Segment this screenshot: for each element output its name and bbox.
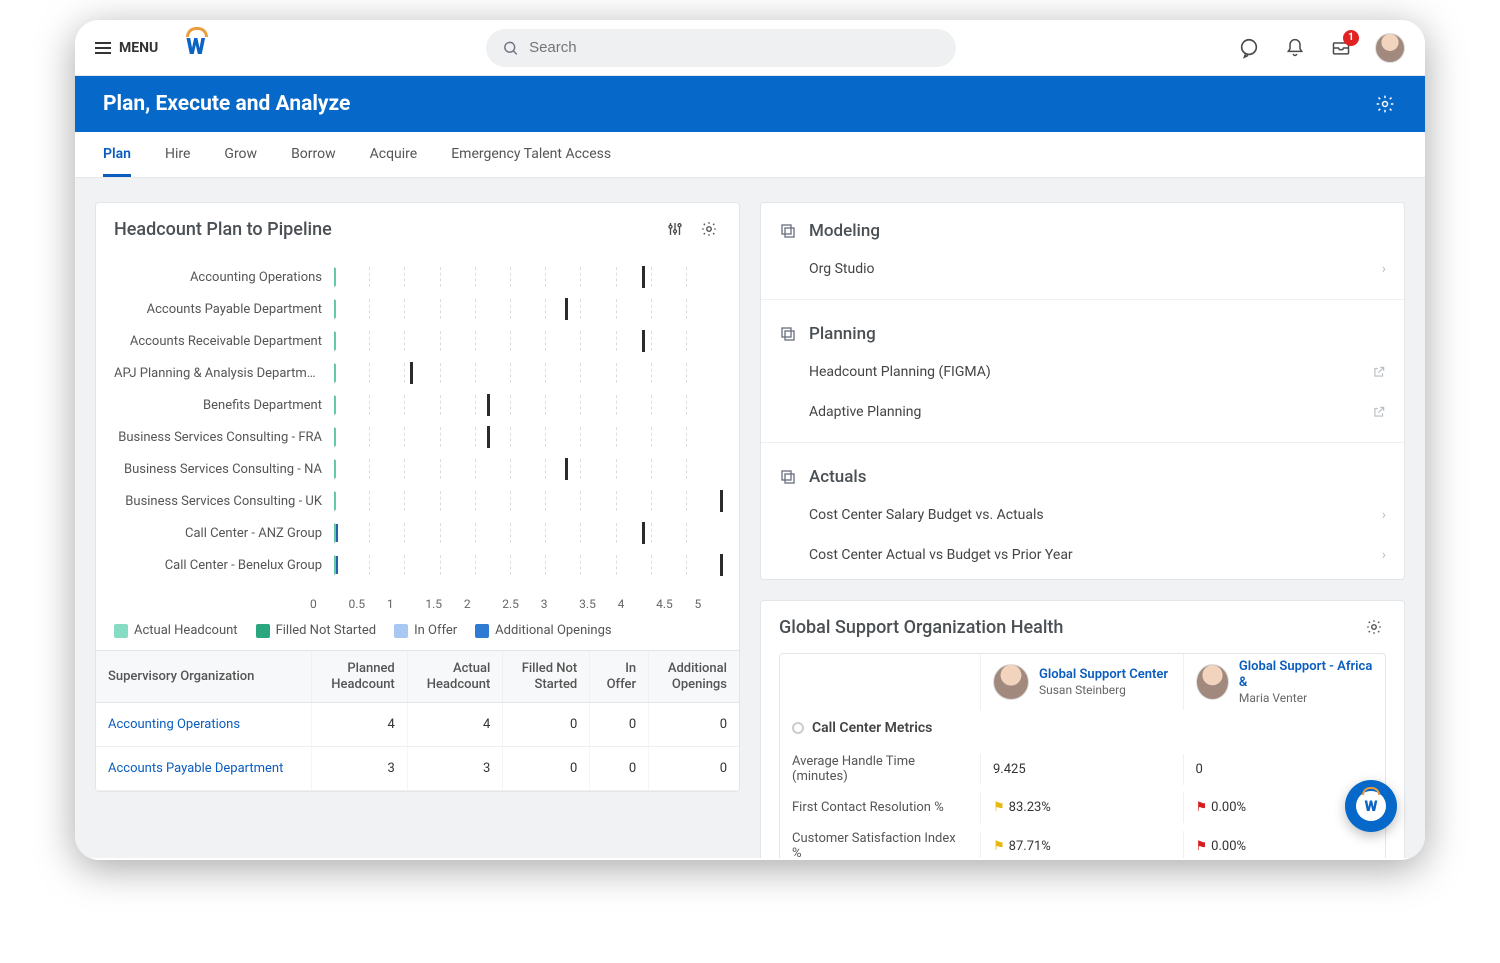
gear-icon[interactable] bbox=[1362, 615, 1386, 639]
chart-category-label: Benefits Department bbox=[114, 398, 334, 413]
chart-category-label: Call Center - ANZ Group bbox=[114, 526, 334, 541]
page-title: Plan, Execute and Analyze bbox=[103, 92, 350, 116]
section-planning: Planning bbox=[761, 310, 1404, 352]
headcount-card: Headcount Plan to Pipeline Accounting Op… bbox=[95, 202, 740, 792]
tab-acquire[interactable]: Acquire bbox=[370, 132, 418, 177]
link-adaptive-planning[interactable]: Adaptive Planning bbox=[761, 392, 1404, 432]
windows-icon bbox=[779, 222, 797, 240]
tab-hire[interactable]: Hire bbox=[165, 132, 190, 177]
chevron-right-icon: › bbox=[1382, 547, 1386, 563]
flag-icon: ⚑ bbox=[1196, 839, 1208, 854]
avatar[interactable] bbox=[1375, 33, 1405, 63]
collapse-icon[interactable] bbox=[792, 722, 804, 734]
section-modeling: Modeling bbox=[761, 207, 1404, 249]
health-column-header[interactable]: Global Support - Africa &Maria Venter bbox=[1183, 654, 1386, 710]
chart-category-label: APJ Planning & Analysis Department bbox=[114, 366, 334, 381]
workday-logo-icon: W bbox=[186, 35, 205, 60]
metric-row: Customer Satisfaction Index %⚑87.71%⚑0.0… bbox=[780, 823, 1385, 858]
chart-category-label: Call Center - Benelux Group bbox=[114, 558, 334, 573]
bell-icon[interactable] bbox=[1283, 36, 1307, 60]
legend-item: In Offer bbox=[394, 623, 457, 638]
workday-chat-icon: W bbox=[1356, 791, 1386, 821]
chevron-right-icon: › bbox=[1382, 261, 1386, 277]
topbar: MENU W 1 bbox=[75, 20, 1425, 76]
metric-row: Average Handle Time (minutes)9.4250 bbox=[780, 746, 1385, 792]
chat-icon[interactable] bbox=[1237, 36, 1261, 60]
link-org-studio[interactable]: Org Studio› bbox=[761, 249, 1404, 289]
page-banner: Plan, Execute and Analyze bbox=[75, 76, 1425, 132]
external-link-icon bbox=[1372, 365, 1386, 379]
chart-category-label: Business Services Consulting - NA bbox=[114, 462, 334, 477]
tab-borrow[interactable]: Borrow bbox=[291, 132, 336, 177]
legend-item: Additional Openings bbox=[475, 623, 611, 638]
links-card: ModelingOrg Studio› PlanningHeadcount Pl… bbox=[760, 202, 1405, 580]
gear-icon[interactable] bbox=[1373, 92, 1397, 116]
legend-item: Actual Headcount bbox=[114, 623, 238, 638]
avatar bbox=[993, 664, 1029, 700]
section-actuals: Actuals bbox=[761, 453, 1404, 495]
logo[interactable]: W bbox=[186, 35, 205, 60]
chart-category-label: Business Services Consulting - UK bbox=[114, 494, 334, 509]
external-link-icon bbox=[1372, 405, 1386, 419]
menu-button[interactable]: MENU bbox=[95, 40, 158, 56]
search-icon bbox=[502, 39, 519, 57]
legend-item: Filled Not Started bbox=[256, 623, 377, 638]
hamburger-icon bbox=[95, 42, 111, 54]
headcount-table: Supervisory OrganizationPlannedHeadcount… bbox=[96, 651, 739, 791]
org-link[interactable]: Accounts Payable Department bbox=[108, 761, 283, 776]
tab-grow[interactable]: Grow bbox=[224, 132, 257, 177]
sliders-icon[interactable] bbox=[663, 217, 687, 241]
health-card: Global Support Organization Health Globa… bbox=[760, 600, 1405, 858]
inbox-icon[interactable]: 1 bbox=[1329, 36, 1353, 60]
health-column-header[interactable]: Global Support CenterSusan Steinberg bbox=[980, 654, 1183, 710]
gear-icon[interactable] bbox=[697, 217, 721, 241]
inbox-badge: 1 bbox=[1343, 30, 1359, 46]
chart-category-label: Accounts Payable Department bbox=[114, 302, 334, 317]
chart-category-label: Business Services Consulting - FRA bbox=[114, 430, 334, 445]
avatar bbox=[1196, 664, 1229, 700]
link-cost-center-actual-vs-budget-vs-prior-year[interactable]: Cost Center Actual vs Budget vs Prior Ye… bbox=[761, 535, 1404, 575]
chart-category-label: Accounting Operations bbox=[114, 270, 334, 285]
tabs: Plan Hire Grow Borrow Acquire Emergency Talen… bbox=[75, 132, 1425, 178]
tab-plan[interactable]: Plan bbox=[103, 132, 131, 177]
headcount-title: Headcount Plan to Pipeline bbox=[114, 219, 332, 240]
menu-label: MENU bbox=[119, 40, 158, 56]
search-box[interactable] bbox=[486, 29, 956, 67]
flag-icon: ⚑ bbox=[1196, 800, 1208, 815]
link-cost-center-salary-budget-vs-actuals[interactable]: Cost Center Salary Budget vs. Actuals› bbox=[761, 495, 1404, 535]
metric-row: First Contact Resolution %⚑83.23%⚑0.00% bbox=[780, 792, 1385, 823]
chart-legend: Actual Headcount Filled Not Started In Off… bbox=[96, 611, 739, 650]
flag-icon: ⚑ bbox=[993, 839, 1005, 854]
org-link[interactable]: Accounting Operations bbox=[108, 717, 240, 732]
tab-emergency-talent-access[interactable]: Emergency Talent Access bbox=[451, 132, 611, 177]
health-section-label: Call Center Metrics bbox=[780, 710, 1385, 746]
link-headcount-planning-figma-[interactable]: Headcount Planning (FIGMA) bbox=[761, 352, 1404, 392]
chevron-right-icon: › bbox=[1382, 507, 1386, 523]
search-input[interactable] bbox=[529, 39, 940, 56]
flag-icon: ⚑ bbox=[993, 800, 1005, 815]
headcount-chart: Accounting Operations Accounts Payable De… bbox=[96, 255, 739, 591]
table-row: Accounting Operations44000 bbox=[96, 703, 739, 747]
chart-category-label: Accounts Receivable Department bbox=[114, 334, 334, 349]
table-row: Accounts Payable Department33000 bbox=[96, 747, 739, 791]
assistant-fab[interactable]: W bbox=[1345, 780, 1397, 832]
windows-icon bbox=[779, 468, 797, 486]
health-title: Global Support Organization Health bbox=[779, 617, 1063, 638]
windows-icon bbox=[779, 325, 797, 343]
